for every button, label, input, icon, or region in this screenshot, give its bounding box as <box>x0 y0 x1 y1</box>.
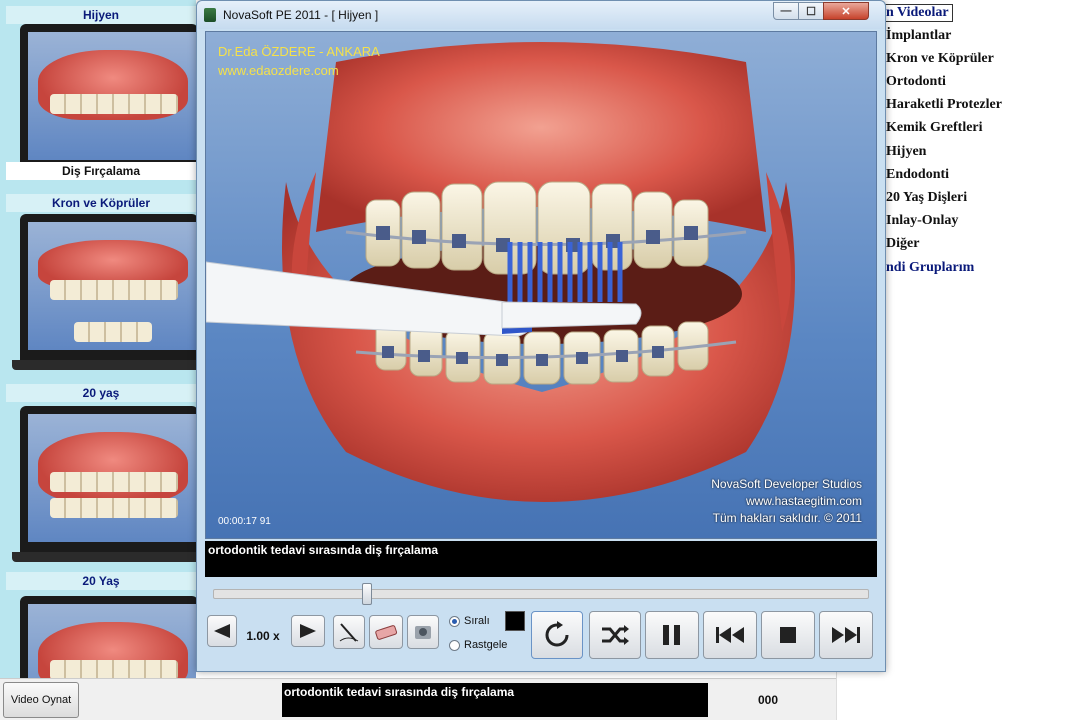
title-bar[interactable]: NovaSoft PE 2011 - [ Hijyen ] — ☐ ✕ <box>197 1 885 29</box>
skip-forward-icon <box>832 627 860 643</box>
studio-name: NovaSoft Developer Studios <box>711 477 862 491</box>
replay-icon <box>545 621 569 647</box>
menu-item-implantlar[interactable]: İmplantlar <box>886 28 951 44</box>
app-icon <box>204 8 216 22</box>
menu-item-diger[interactable]: Diğer <box>886 236 919 252</box>
order-option-rastgele[interactable]: Rastgele <box>449 639 507 651</box>
menu-item-hijyen[interactable]: Hijyen <box>886 144 926 160</box>
app-root: Hijyen Diş Fırçalama Kron ve Köprüler 20… <box>0 0 1080 720</box>
menu-item-kron-kopru[interactable]: Kron ve Köprüler <box>886 51 994 67</box>
eraser-button[interactable] <box>369 615 403 649</box>
radio-rastgele[interactable] <box>449 639 460 651</box>
menu-item-20-yas[interactable]: 20 Yaş Dişleri <box>886 190 967 206</box>
laptop-image <box>20 596 196 680</box>
video-author-watermark: Dr.Eda ÖZDERE - ANKARA <box>218 44 380 59</box>
pen-icon <box>339 623 359 642</box>
bottom-bar: Video Oynat ortodontik tedavi sırasında … <box>0 678 836 720</box>
skip-back-icon <box>716 627 744 643</box>
thumbnail-column[interactable]: Hijyen Diş Fırçalama Kron ve Köprüler 20… <box>0 0 196 680</box>
player-controls: 1.00 x Sıralı Rastgele <box>205 607 877 665</box>
radio-label: Sıralı <box>464 615 490 627</box>
category-menu: n Videolar İmplantlar Kron ve Köprüler O… <box>884 0 1080 720</box>
pen-color-swatch[interactable] <box>505 611 525 631</box>
thumbnail-title: Kron ve Köprüler <box>6 194 196 212</box>
close-button[interactable]: ✕ <box>823 2 869 20</box>
eraser-icon <box>375 625 398 640</box>
camera-button[interactable] <box>407 615 439 649</box>
menu-item-endodonti[interactable]: Endodonti <box>886 167 949 183</box>
menu-item-kemik-greftleri[interactable]: Kemik Greftleri <box>886 120 983 136</box>
teeth-illustration <box>206 42 795 502</box>
video-play-button[interactable]: Video Oynat <box>3 682 79 718</box>
counter-label: 000 <box>758 693 779 707</box>
player-window: NovaSoft PE 2011 - [ Hijyen ] — ☐ ✕ Dr.E… <box>196 0 886 672</box>
replay-button[interactable] <box>531 611 583 659</box>
studio-rights: Tüm hakları saklıdır. © 2011 <box>712 511 862 525</box>
menu-item-ortodonti[interactable]: Ortodonti <box>886 74 946 90</box>
speed-label: 1.00 x <box>246 629 280 643</box>
shuffle-icon <box>602 625 629 645</box>
menu-item-videolar[interactable]: n Videolar <box>884 4 953 22</box>
maximize-button[interactable]: ☐ <box>798 2 824 20</box>
skip-back-button[interactable] <box>703 611 757 659</box>
bottom-caption: ortodontik tedavi sırasında diş fırçalam… <box>282 683 708 717</box>
video-timestamp: 00:00:17 91 <box>218 516 271 527</box>
skip-forward-button[interactable] <box>819 611 873 659</box>
fast-forward-icon <box>300 624 316 638</box>
radio-label: Rastgele <box>464 639 508 651</box>
menu-item-haraketli-protezler[interactable]: Haraketli Protezler <box>886 97 1002 113</box>
seek-handle[interactable] <box>362 583 372 605</box>
order-option-sirali[interactable]: Sıralı <box>449 615 490 627</box>
pause-icon <box>663 625 680 645</box>
fast-forward-button[interactable] <box>291 615 325 647</box>
studio-site: www.hastaegitim.com <box>745 494 862 508</box>
thumbnail-title: Hijyen <box>6 6 196 24</box>
pause-button[interactable] <box>645 611 699 659</box>
menu-item-inlay-onlay[interactable]: Inlay-Onlay <box>886 213 958 229</box>
stop-button[interactable] <box>761 611 815 659</box>
minimize-button[interactable]: — <box>773 2 799 20</box>
seek-bar[interactable] <box>213 583 869 605</box>
video-site-watermark: www.edaozdere.com <box>218 63 339 78</box>
pen-button[interactable] <box>333 615 365 649</box>
laptop-image <box>12 214 196 370</box>
stop-icon <box>780 627 796 643</box>
caption-box: ortodontik tedavi sırasında diş fırçalam… <box>205 541 877 577</box>
camera-icon <box>415 626 431 639</box>
radio-sirali[interactable] <box>449 615 460 627</box>
thumbnail-caption: Diş Fırçalama <box>6 162 196 180</box>
laptop-image <box>12 24 196 180</box>
laptop-image <box>12 406 196 562</box>
rewind-button[interactable] <box>207 615 237 647</box>
video-studio-credit: NovaSoft Developer Studios www.hastaegit… <box>711 476 862 527</box>
thumbnail-title: 20 Yaş <box>6 572 196 590</box>
menu-item-gruplarim[interactable]: ndi Gruplarım <box>886 260 974 276</box>
video-frame[interactable]: Dr.Eda ÖZDERE - ANKARA www.edaozdere.com… <box>205 31 877 539</box>
rewind-icon <box>214 624 230 638</box>
window-title: NovaSoft PE 2011 - [ Hijyen ] <box>223 8 379 22</box>
thumbnail-title: 20 yaş <box>6 384 196 402</box>
shuffle-button[interactable] <box>589 611 641 659</box>
